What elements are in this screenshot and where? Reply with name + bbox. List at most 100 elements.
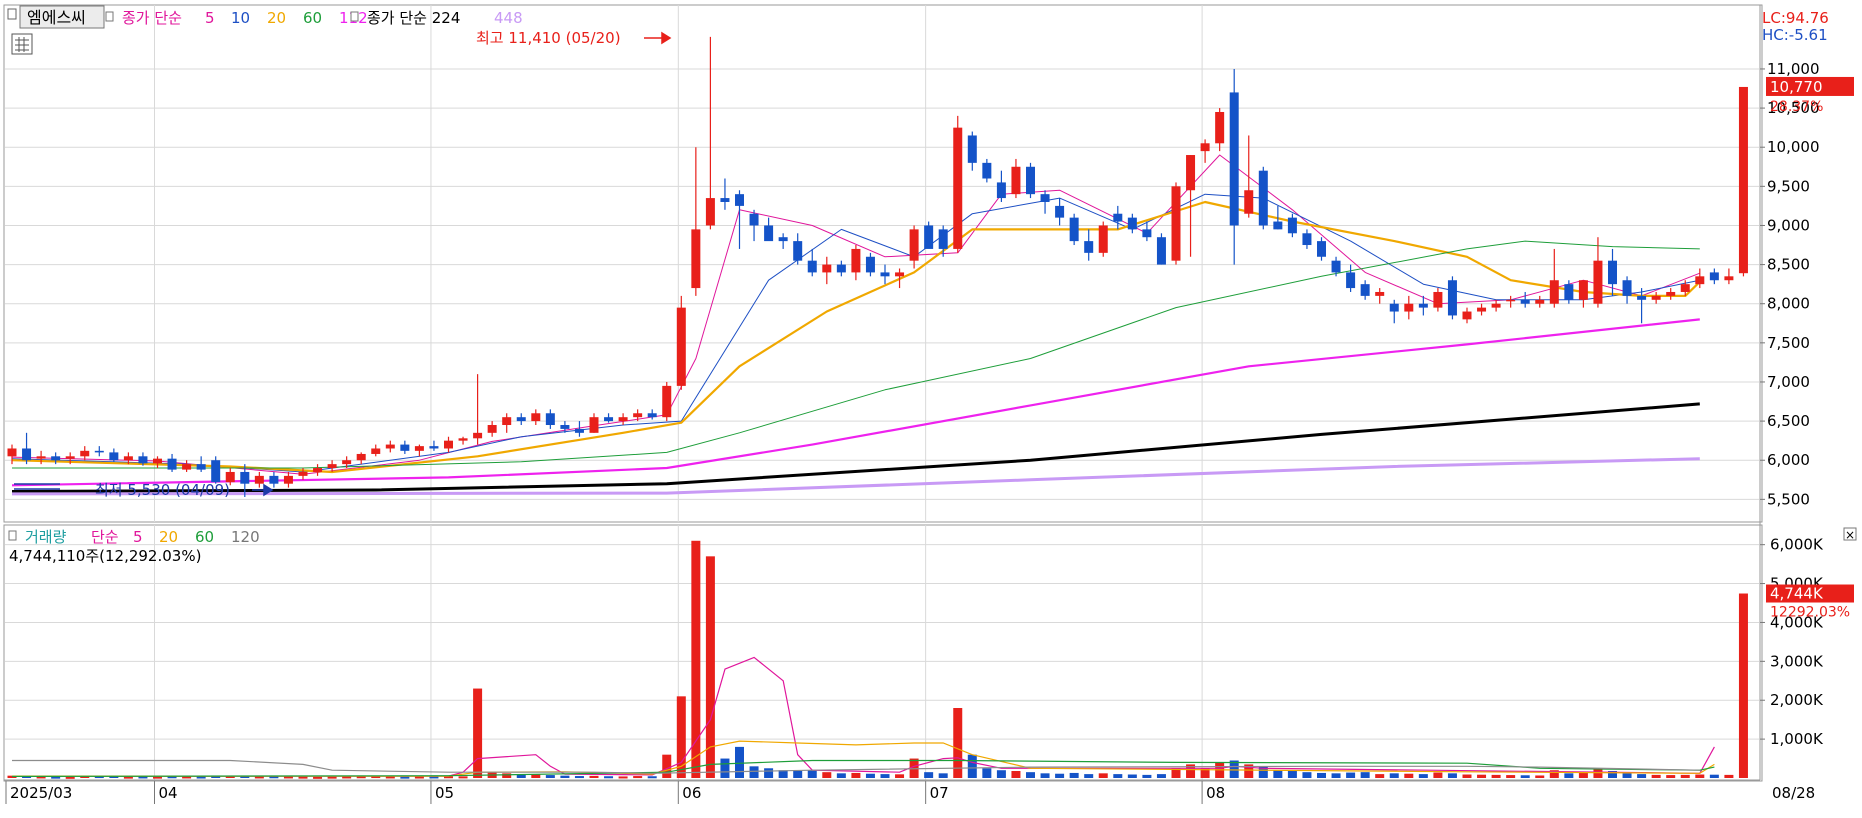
candle-body [1578, 280, 1588, 300]
date-tick-label: 07 [930, 784, 949, 802]
candle-body [123, 456, 133, 461]
ma-line-5 [11, 154, 1700, 475]
price-tick-label: 7,000 [1767, 373, 1810, 391]
volume-bar [516, 774, 526, 778]
candle-body [662, 385, 672, 418]
candle-body [444, 440, 453, 449]
table-view-button[interactable] [11, 33, 33, 55]
volume-bar [924, 772, 934, 778]
volume-bar [531, 774, 541, 778]
candle-body [1564, 284, 1574, 300]
candle-body [1273, 221, 1283, 230]
candle-body [1535, 299, 1545, 304]
candle-body [1346, 272, 1356, 289]
price-tick-label: 6,500 [1767, 412, 1810, 430]
volume-bar [807, 770, 817, 778]
stock-chart-window: 11,000 10,500 10,000 9,500 9,000 8,500 8,000 7,… [0, 0, 1862, 814]
volume-bar [618, 776, 628, 779]
volume-bar [473, 688, 483, 778]
candle-body [691, 229, 701, 289]
candle-body [1127, 217, 1137, 230]
volume-bar [560, 775, 570, 778]
price-tick-label: 9,500 [1767, 177, 1810, 195]
volume-tick-label: 1,000K [1770, 730, 1824, 748]
ma-line-10 [11, 193, 1700, 473]
volume-bar [982, 768, 992, 778]
volume-toggle-icon[interactable] [8, 530, 17, 541]
candle-body [618, 417, 628, 422]
price-tick-label: 8,500 [1767, 256, 1810, 274]
last-price: 10,770 [1770, 78, 1823, 96]
candle-body [1680, 284, 1690, 292]
date-tick-label: 08 [1206, 784, 1225, 802]
price-tick-label: 5,500 [1767, 490, 1810, 508]
last-change: 28.37% [1770, 99, 1823, 115]
volume-bar [1375, 774, 1385, 778]
high-annotation: 최고 11,410 (05/20) [476, 29, 621, 47]
volume-bar [822, 772, 832, 778]
candle-body [1506, 299, 1516, 302]
candle-body [1171, 186, 1181, 261]
price-tick-label: 7,500 [1767, 334, 1810, 352]
candle-body [1375, 291, 1385, 296]
ma-toggle-icon[interactable] [105, 11, 114, 22]
candle-body [1302, 233, 1312, 246]
price-tick-label: 10,000 [1767, 138, 1820, 156]
volume-bar [720, 758, 730, 778]
ma-period-20: 20 [267, 9, 286, 27]
grid-lines [5, 5, 1759, 780]
candle-body [604, 417, 614, 422]
candle-body [1026, 166, 1035, 195]
candle-body [1098, 225, 1108, 253]
candle-body [109, 452, 119, 461]
candle-body [1084, 241, 1094, 253]
stock-selector-icon[interactable] [7, 8, 17, 20]
candle-body [1389, 303, 1399, 312]
volume-bar [735, 746, 744, 778]
volume-bar [1331, 773, 1341, 778]
volume-bar [647, 776, 657, 779]
volume-bar [1113, 774, 1123, 778]
ma-line-20 [11, 200, 1701, 474]
candle-body [342, 460, 352, 465]
candle-body [1069, 217, 1079, 242]
price-tick-label: 9,000 [1767, 216, 1810, 234]
date-tick-label: 04 [159, 784, 178, 802]
candle-body [836, 264, 846, 273]
volume-bar [1477, 774, 1487, 778]
candle-body [1287, 217, 1297, 234]
candle-body [924, 225, 934, 249]
volume-bar [691, 540, 701, 778]
volume-bar [545, 775, 555, 778]
volume-bar [1433, 772, 1443, 778]
candle-body [1433, 291, 1443, 308]
candle-body [65, 456, 75, 459]
volume-bar [385, 776, 395, 779]
candle-body [1608, 260, 1617, 285]
ma2-toggle-icon[interactable] [350, 11, 359, 22]
stock-name[interactable]: 엠에스씨 [27, 8, 86, 27]
volume-ma-lines [11, 656, 1715, 778]
candle-body [1200, 143, 1210, 152]
volume-bar [1069, 772, 1079, 778]
candle-body [720, 198, 730, 202]
candle-body [153, 458, 162, 464]
candle-body [851, 248, 861, 273]
candle-body [1520, 299, 1530, 304]
chart-canvas[interactable]: 11,00010,50010,0009,5009,0008,5008,0007,… [0, 0, 1862, 814]
candle-body [1593, 260, 1603, 304]
candle-body [1229, 92, 1239, 226]
ma-line-224 [11, 402, 1700, 493]
volume-ma-line-5 [12, 656, 1715, 777]
volume-bar [749, 766, 759, 778]
candle-body [400, 444, 410, 451]
price-tick-label: 8,000 [1767, 295, 1810, 313]
ma-period-20: 20 [159, 528, 178, 546]
volume-bar [1666, 775, 1676, 778]
candle-body [895, 272, 905, 277]
candle-body [385, 444, 395, 449]
volume-bar [342, 776, 352, 779]
volume-info: 4,744,110주(12,292.03%) [9, 547, 201, 565]
candle-body [560, 425, 570, 429]
volume-bar [51, 776, 61, 779]
